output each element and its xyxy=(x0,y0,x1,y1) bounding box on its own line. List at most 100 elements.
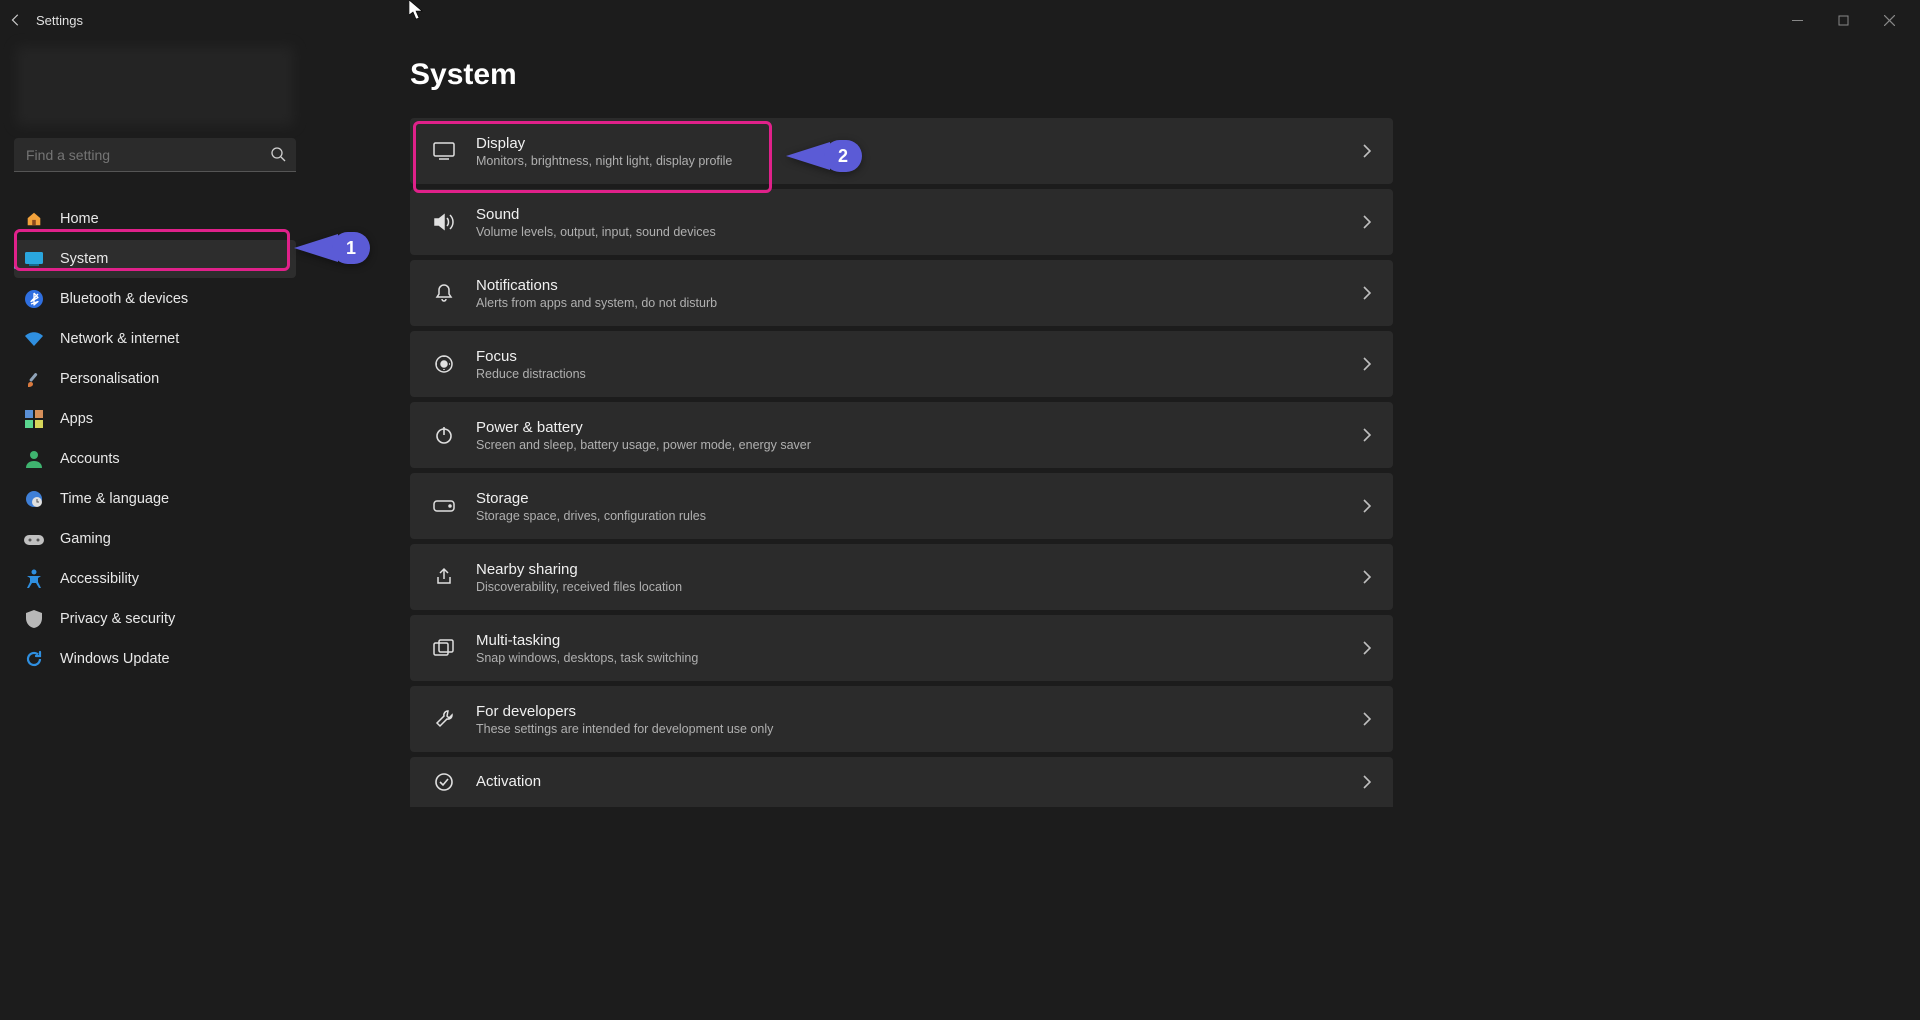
sidebar-item-system[interactable]: System xyxy=(14,240,296,278)
card-desc: Reduce distractions xyxy=(476,367,1342,381)
annotation-callout-2: 2 xyxy=(786,140,862,172)
card-title: Multi-tasking xyxy=(476,632,1342,649)
card-activation[interactable]: Activation xyxy=(410,757,1393,807)
window-controls xyxy=(1774,4,1912,36)
sidebar-item-label: Bluetooth & devices xyxy=(60,291,188,307)
window-title: Settings xyxy=(36,13,83,28)
card-multitasking[interactable]: Multi-tasking Snap windows, desktops, tas… xyxy=(410,615,1393,681)
sidebar-item-accessibility[interactable]: Accessibility xyxy=(14,560,296,598)
maximize-button[interactable] xyxy=(1820,4,1866,36)
sidebar-item-label: Gaming xyxy=(60,531,111,547)
sidebar-item-apps[interactable]: Apps xyxy=(14,400,296,438)
annotation-callout-1: 1 xyxy=(294,232,370,264)
back-button[interactable] xyxy=(8,12,24,28)
user-profile-block[interactable] xyxy=(16,46,294,126)
page-title: System xyxy=(410,58,1795,92)
card-desc: These settings are intended for developm… xyxy=(476,722,1342,736)
sidebar-item-label: Home xyxy=(60,211,99,227)
card-title: Activation xyxy=(476,773,1342,790)
update-icon xyxy=(24,649,44,669)
sidebar-item-update[interactable]: Windows Update xyxy=(14,640,296,678)
sidebar-item-personalisation[interactable]: Personalisation xyxy=(14,360,296,398)
sidebar-item-home[interactable]: Home xyxy=(14,200,296,238)
sidebar-item-label: Accessibility xyxy=(60,571,139,587)
minimize-button[interactable] xyxy=(1774,4,1820,36)
focus-icon xyxy=(432,354,456,374)
bell-icon xyxy=(432,283,456,303)
card-title: Power & battery xyxy=(476,419,1342,436)
search-icon xyxy=(270,146,286,162)
gamepad-icon xyxy=(24,529,44,549)
sidebar-item-label: Time & language xyxy=(60,491,169,507)
check-circle-icon xyxy=(432,772,456,792)
card-sound[interactable]: Sound Volume levels, output, input, sound… xyxy=(410,189,1393,255)
sidebar-item-network[interactable]: Network & internet xyxy=(14,320,296,358)
titlebar: Settings xyxy=(0,0,1920,40)
card-title: Sound xyxy=(476,206,1342,223)
sidebar-item-privacy[interactable]: Privacy & security xyxy=(14,600,296,638)
card-title: Notifications xyxy=(476,277,1342,294)
paintbrush-icon xyxy=(24,369,44,389)
card-notifications[interactable]: Notifications Alerts from apps and system… xyxy=(410,260,1393,326)
card-desc: Alerts from apps and system, do not dist… xyxy=(476,296,1342,310)
chevron-right-icon xyxy=(1362,712,1371,726)
storage-icon xyxy=(432,500,456,512)
apps-icon xyxy=(24,409,44,429)
clock-globe-icon xyxy=(24,489,44,509)
card-power[interactable]: Power & battery Screen and sleep, battery… xyxy=(410,402,1393,468)
chevron-right-icon xyxy=(1362,570,1371,584)
card-storage[interactable]: Storage Storage space, drives, configurat… xyxy=(410,473,1393,539)
card-desc: Storage space, drives, configuration rul… xyxy=(476,509,1342,523)
sidebar-item-label: Network & internet xyxy=(60,331,179,347)
chevron-right-icon xyxy=(1362,775,1371,789)
multitasking-icon xyxy=(432,639,456,657)
accessibility-icon xyxy=(24,569,44,589)
card-focus[interactable]: Focus Reduce distractions xyxy=(410,331,1393,397)
sidebar: Home System Bluetooth & devices Network … xyxy=(0,40,310,1020)
card-title: Display xyxy=(476,135,1342,152)
sidebar-item-label: System xyxy=(60,251,108,267)
card-developers[interactable]: For developers These settings are intende… xyxy=(410,686,1393,752)
person-icon xyxy=(24,449,44,469)
chevron-right-icon xyxy=(1362,286,1371,300)
chevron-right-icon xyxy=(1362,499,1371,513)
wifi-icon xyxy=(24,329,44,349)
sidebar-item-time[interactable]: Time & language xyxy=(14,480,296,518)
sidebar-item-label: Privacy & security xyxy=(60,611,175,627)
card-nearby-sharing[interactable]: Nearby sharing Discoverability, received … xyxy=(410,544,1393,610)
card-desc: Discoverability, received files location xyxy=(476,580,1342,594)
chevron-right-icon xyxy=(1362,357,1371,371)
mouse-cursor-icon xyxy=(409,0,423,20)
card-title: Focus xyxy=(476,348,1342,365)
card-desc: Volume levels, output, input, sound devi… xyxy=(476,225,1342,239)
sidebar-item-label: Personalisation xyxy=(60,371,159,387)
sidebar-item-label: Apps xyxy=(60,411,93,427)
search-input[interactable] xyxy=(14,138,296,172)
close-button[interactable] xyxy=(1866,4,1912,36)
sidebar-item-label: Accounts xyxy=(60,451,120,467)
chevron-right-icon xyxy=(1362,428,1371,442)
card-display[interactable]: Display Monitors, brightness, night light… xyxy=(410,118,1393,184)
shield-icon xyxy=(24,609,44,629)
chevron-right-icon xyxy=(1362,144,1371,158)
bluetooth-icon xyxy=(24,289,44,309)
share-icon xyxy=(432,567,456,587)
card-title: Nearby sharing xyxy=(476,561,1342,578)
card-title: For developers xyxy=(476,703,1342,720)
system-icon xyxy=(24,249,44,269)
chevron-right-icon xyxy=(1362,641,1371,655)
card-desc: Snap windows, desktops, task switching xyxy=(476,651,1342,665)
power-icon xyxy=(432,425,456,445)
card-desc: Screen and sleep, battery usage, power m… xyxy=(476,438,1342,452)
home-icon xyxy=(24,209,44,229)
sound-icon xyxy=(432,212,456,232)
content-area: System Display Monitors, brightness, nigh… xyxy=(310,40,1920,1020)
sidebar-item-bluetooth[interactable]: Bluetooth & devices xyxy=(14,280,296,318)
sidebar-item-gaming[interactable]: Gaming xyxy=(14,520,296,558)
display-icon xyxy=(432,142,456,160)
card-desc: Monitors, brightness, night light, displ… xyxy=(476,154,1342,168)
chevron-right-icon xyxy=(1362,215,1371,229)
card-title: Storage xyxy=(476,490,1342,507)
wrench-icon xyxy=(432,709,456,729)
sidebar-item-accounts[interactable]: Accounts xyxy=(14,440,296,478)
